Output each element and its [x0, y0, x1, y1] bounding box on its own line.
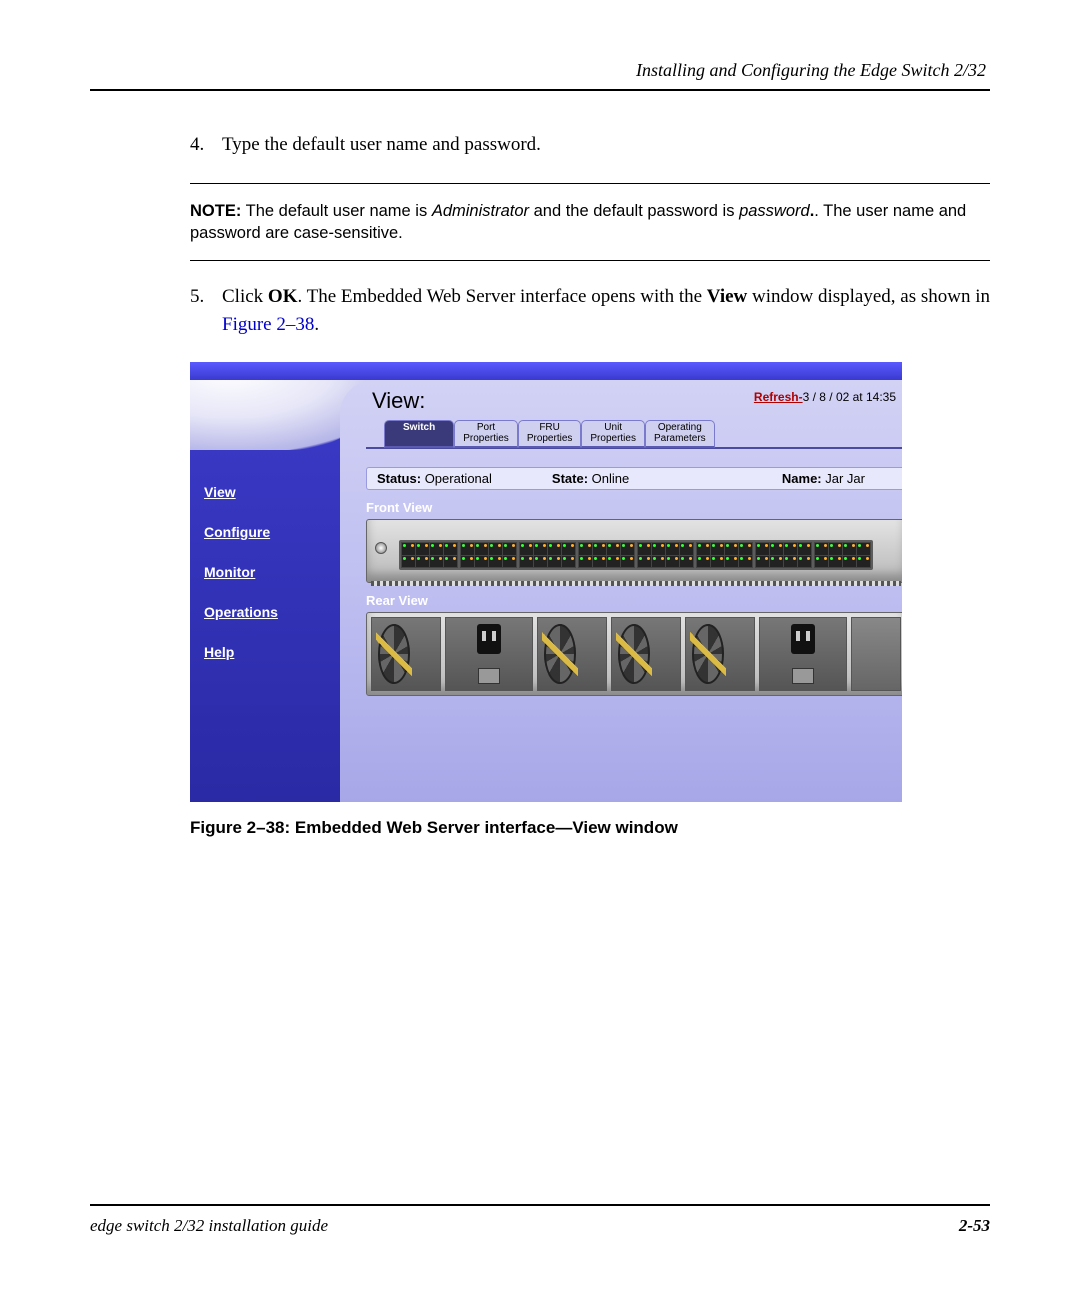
fan-module-icon [685, 617, 755, 691]
name-value: Jar Jar [825, 471, 865, 486]
ui-sidebar: View Configure Monitor Operations Help [204, 472, 278, 672]
refresh-status: Refresh-3 / 8 / 02 at 14:35 [754, 390, 896, 404]
fan-module-icon [611, 617, 681, 691]
figure-2-38: View Configure Monitor Operations Help V… [190, 362, 990, 838]
psu-module-icon [759, 617, 847, 691]
status-bar: Status: Operational State: Online Name: … [366, 467, 902, 490]
note-top-rule [190, 183, 990, 184]
sidebar-item-operations[interactable]: Operations [204, 592, 278, 632]
sidebar-item-help[interactable]: Help [204, 632, 278, 672]
rear-view-device [366, 612, 902, 696]
tab-fru-properties[interactable]: FRU Properties [518, 420, 582, 448]
fan-module-icon [537, 617, 607, 691]
sidebar-item-configure[interactable]: Configure [204, 512, 278, 552]
header-rule [90, 89, 990, 91]
refresh-link[interactable]: Refresh- [754, 390, 803, 404]
front-view-label: Front View [366, 500, 902, 515]
step-4-number: 4. [190, 131, 222, 159]
note-password: password [739, 202, 810, 220]
sidebar-item-view[interactable]: View [204, 472, 278, 512]
figure-link[interactable]: Figure 2–38 [222, 314, 314, 335]
figure-caption: Figure 2–38: Embedded Web Server interfa… [190, 818, 990, 838]
rear-view-label: Rear View [366, 593, 902, 608]
fan-module-icon [371, 617, 441, 691]
ui-main: View: Refresh-3 / 8 / 02 at 14:35 Switch… [340, 380, 902, 802]
step-5-text: Click OK. The Embedded Web Server interf… [222, 283, 990, 338]
note-label: NOTE: [190, 202, 241, 220]
front-view-device [366, 519, 902, 583]
note-username: Administrator [432, 202, 529, 220]
mgmt-module-icon [851, 617, 901, 691]
tab-switch[interactable]: Switch [384, 420, 454, 448]
page-title: View: Refresh-3 / 8 / 02 at 14:35 [366, 386, 902, 418]
step-5: 5. Click OK. The Embedded Web Server int… [190, 283, 990, 338]
power-knob-icon [375, 542, 387, 554]
page-number: 2-53 [959, 1216, 990, 1236]
tab-port-properties[interactable]: Port Properties [454, 420, 518, 448]
page-footer: edge switch 2/32 installation guide 2-53 [90, 1204, 990, 1236]
step-5-number: 5. [190, 283, 222, 338]
note-block: NOTE: The default user name is Administr… [190, 190, 990, 255]
status-value: Operational [425, 471, 492, 486]
sidebar-item-monitor[interactable]: Monitor [204, 552, 278, 592]
note-bottom-rule [190, 260, 990, 261]
psu-module-icon [445, 617, 533, 691]
state-value: Online [592, 471, 630, 486]
port-row [399, 540, 873, 570]
running-header: Installing and Configuring the Edge Swit… [90, 60, 990, 81]
step-4-text: Type the default user name and password. [222, 131, 990, 159]
footer-rule [90, 1204, 990, 1206]
switch-panel: Status: Operational State: Online Name: … [366, 449, 902, 696]
step-4: 4. Type the default user name and passwo… [190, 131, 990, 159]
tab-unit-properties[interactable]: Unit Properties [581, 420, 645, 448]
ui-top-strip [190, 362, 902, 380]
footer-guide-title: edge switch 2/32 installation guide [90, 1216, 328, 1236]
tab-bar: Switch Port Properties FRU Properties Un… [384, 420, 902, 448]
embedded-web-ui: View Configure Monitor Operations Help V… [190, 362, 902, 802]
tab-operating-parameters[interactable]: Operating Parameters [645, 420, 715, 448]
